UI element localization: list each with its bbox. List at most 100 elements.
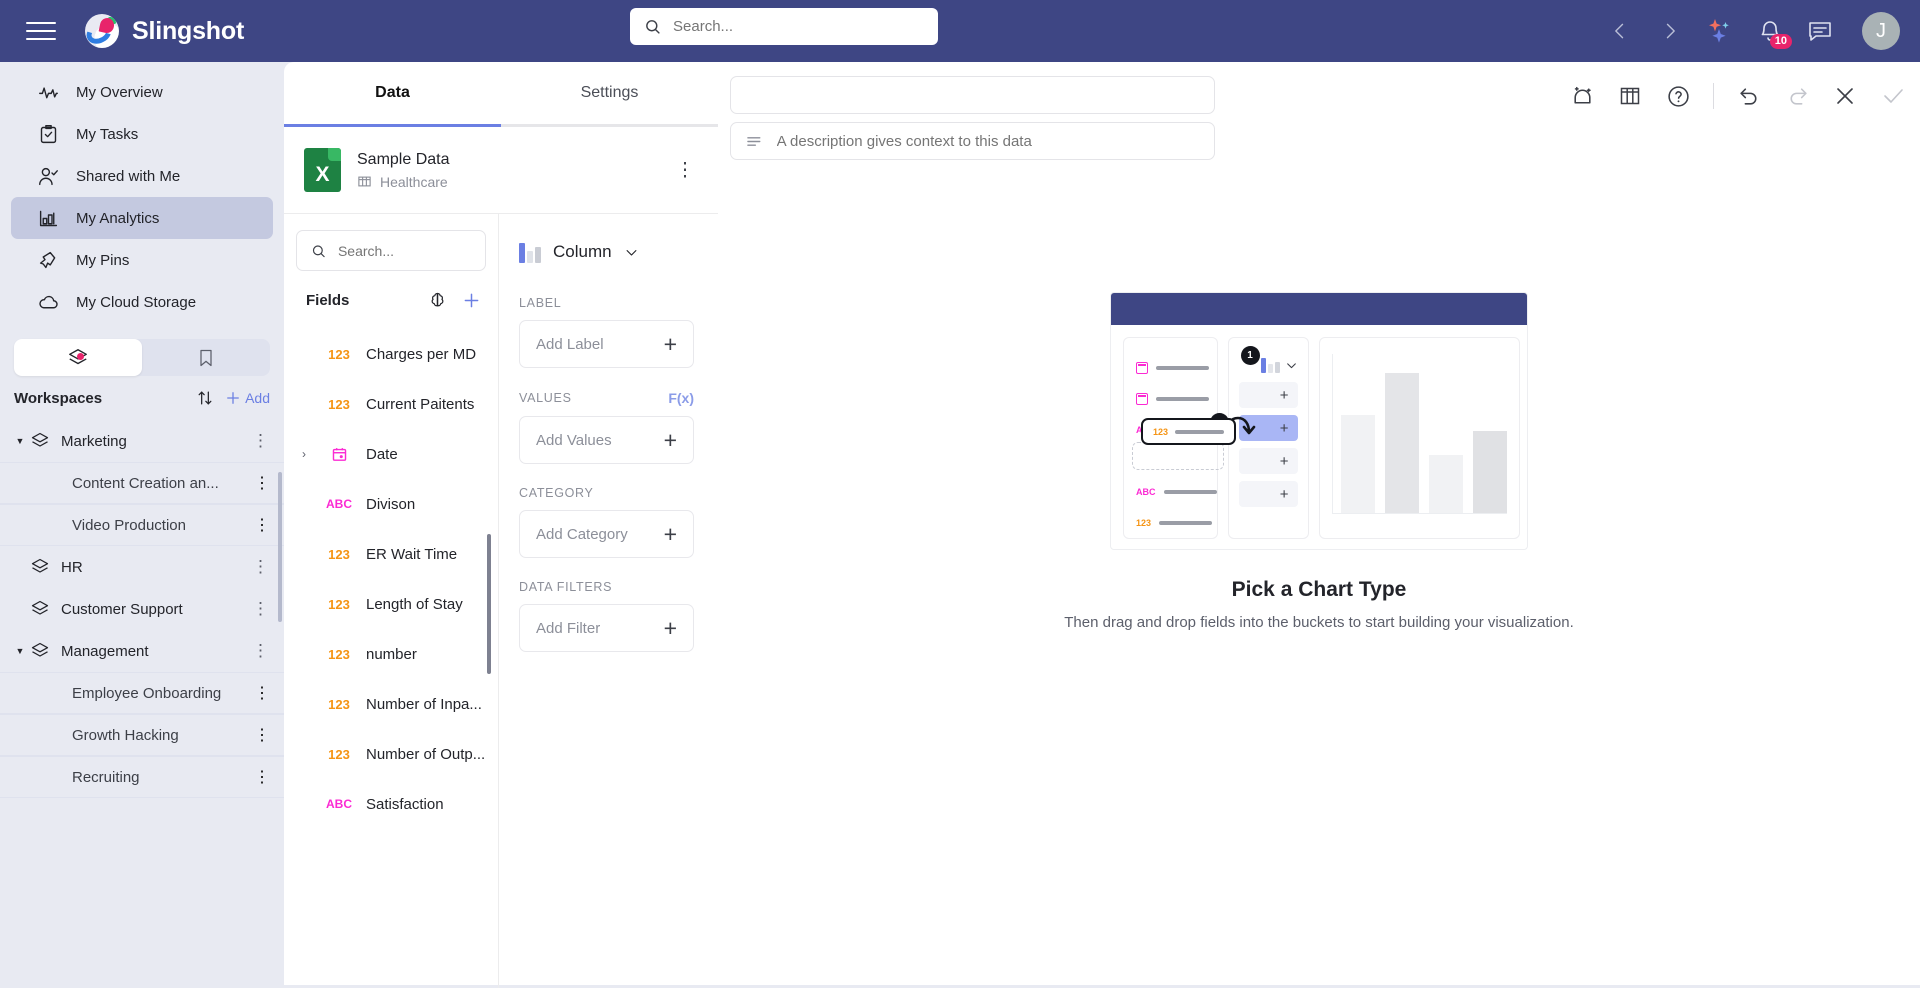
plus-icon[interactable]: + — [664, 331, 677, 358]
sidebar-item-my-cloud-storage[interactable]: My Cloud Storage — [11, 281, 273, 323]
description-icon — [747, 136, 761, 146]
plus-icon: + — [1279, 485, 1289, 503]
sidebar-item-my-analytics[interactable]: My Analytics — [11, 197, 273, 239]
bucket-drop-values[interactable]: Add Values + — [519, 416, 694, 464]
field-item[interactable]: 123 Charges per MD — [284, 329, 498, 379]
kebab-menu-icon[interactable]: ⋮ — [254, 473, 270, 493]
chart-type-selector[interactable]: Column — [519, 230, 694, 274]
sidebar-item-my-tasks[interactable]: My Tasks — [11, 113, 273, 155]
bucket-heading-text: CATEGORY — [519, 486, 594, 500]
field-item[interactable]: ABC Divison — [284, 479, 498, 529]
workspace-marketing[interactable]: ▼ Marketing ⋮ — [0, 420, 284, 462]
workspace-child-recruiting[interactable]: Recruiting ⋮ — [0, 756, 284, 798]
workspace-child-video-production[interactable]: Video Production ⋮ — [0, 504, 284, 546]
table-view-icon[interactable] — [1617, 83, 1643, 109]
field-label: Charges per MD — [366, 345, 477, 363]
sidebar-item-my-pins[interactable]: My Pins — [11, 239, 273, 281]
sidebar-item-shared-with-me[interactable]: Shared with Me — [11, 155, 273, 197]
close-icon[interactable] — [1832, 83, 1858, 109]
kebab-menu-icon[interactable]: ⋮ — [252, 641, 270, 661]
check-icon[interactable] — [1880, 83, 1906, 109]
field-item[interactable]: 123 Number of Inpa... — [284, 679, 498, 729]
kebab-menu-icon[interactable]: ⋮ — [254, 767, 270, 787]
sidebar-scrollbar[interactable] — [278, 472, 282, 622]
field-type-number: 123 — [1136, 517, 1152, 528]
bucket-drop-filter[interactable]: Add Filter + — [519, 604, 694, 652]
field-type-date — [322, 445, 356, 462]
fields-search[interactable] — [296, 230, 486, 271]
kebab-menu-icon[interactable]: ⋮ — [252, 599, 270, 619]
workspace-child-content-creation[interactable]: Content Creation an... ⋮ — [0, 462, 284, 504]
fields-search-input[interactable] — [337, 242, 471, 259]
add-field-button[interactable] — [460, 289, 482, 311]
panel-split: Fields 123 Charges per MD — [284, 213, 718, 988]
sidebar-item-my-overview[interactable]: My Overview — [11, 71, 273, 113]
kebab-menu-icon[interactable]: ⋮ — [252, 431, 270, 451]
viz-title-field[interactable] — [730, 76, 1215, 114]
hamburger-icon[interactable] — [26, 16, 56, 46]
ai-suggest-chart-icon[interactable] — [1569, 83, 1595, 109]
kebab-menu-icon[interactable]: ⋮ — [254, 725, 270, 745]
field-item[interactable]: 123 Number of Outp... — [284, 729, 498, 779]
chevron-right-icon[interactable] — [1656, 17, 1684, 45]
workspace-hr[interactable]: HR ⋮ — [0, 546, 284, 588]
datasource-header: X Sample Data Healthcare ⋮ — [284, 127, 718, 213]
bell-icon[interactable]: 10 — [1756, 17, 1792, 49]
field-item[interactable]: 123 ER Wait Time — [284, 529, 498, 579]
chevron-right-icon[interactable]: › — [302, 447, 312, 461]
plus-icon[interactable]: + — [664, 427, 677, 454]
redo-icon[interactable] — [1784, 83, 1810, 109]
workspace-child-employee-onboarding[interactable]: Employee Onboarding ⋮ — [0, 672, 284, 714]
field-item[interactable]: 123 Length of Stay — [284, 579, 498, 629]
segment-workspaces[interactable] — [14, 339, 142, 376]
segment-bookmarks[interactable] — [142, 339, 270, 376]
search-input[interactable] — [673, 18, 924, 35]
chat-icon[interactable] — [1806, 17, 1834, 45]
add-workspace-button[interactable]: Add — [224, 389, 270, 407]
bookmark-icon — [200, 349, 212, 366]
workspace-management[interactable]: ▼ Management ⋮ — [0, 630, 284, 672]
tab-data[interactable]: Data — [284, 62, 501, 124]
viz-description-field[interactable] — [730, 122, 1215, 160]
avatar[interactable]: J — [1862, 12, 1900, 50]
field-type-number: 123 — [328, 546, 350, 562]
field-item[interactable]: › Date — [284, 429, 498, 479]
bucket-category-heading: CATEGORY — [519, 486, 694, 500]
help-icon[interactable] — [1665, 83, 1691, 109]
kebab-menu-icon[interactable]: ⋮ — [254, 683, 270, 703]
bucket-heading-text: VALUES — [519, 391, 572, 405]
viz-description-input[interactable] — [776, 132, 1200, 150]
viz-title-input[interactable] — [731, 77, 1214, 113]
field-item[interactable]: 123 number — [284, 629, 498, 679]
sparkle-icon[interactable] — [1706, 17, 1734, 45]
field-label: Satisfaction — [366, 795, 444, 813]
datasource-kebab-menu-icon[interactable]: ⋮ — [672, 157, 698, 183]
brain-icon[interactable] — [426, 289, 448, 311]
workspace-customer-support[interactable]: Customer Support ⋮ — [0, 588, 284, 630]
chevron-left-icon[interactable] — [1606, 17, 1634, 45]
field-type-number: 123 — [328, 646, 350, 662]
kebab-menu-icon[interactable]: ⋮ — [254, 515, 270, 535]
top-right-actions: 10 J — [1606, 0, 1900, 62]
bucket-drop-label[interactable]: Add Label + — [519, 320, 694, 368]
plus-icon[interactable]: + — [664, 521, 677, 548]
excel-file-icon: X — [304, 148, 341, 192]
chevron-down-icon[interactable]: ▼ — [12, 436, 28, 446]
undo-icon[interactable] — [1736, 83, 1762, 109]
fields-scrollbar[interactable] — [487, 534, 491, 674]
global-search[interactable] — [630, 8, 938, 45]
workspace-child-growth-hacking[interactable]: Growth Hacking ⋮ — [0, 714, 284, 756]
sort-arrows-icon[interactable] — [194, 387, 216, 409]
chevron-down-icon[interactable]: ▼ — [12, 646, 28, 656]
kebab-menu-icon[interactable]: ⋮ — [252, 557, 270, 577]
illustration-chart-preview — [1318, 337, 1520, 539]
field-item[interactable]: ABC Satisfaction — [284, 779, 498, 829]
brand[interactable]: Slingshot — [85, 14, 244, 48]
field-item[interactable]: 123 Current Paitents — [284, 379, 498, 429]
toolbar-divider — [1713, 83, 1714, 109]
plus-icon[interactable]: + — [664, 615, 677, 642]
empty-state: ABC 123 ABC 123 1 + + + + — [718, 292, 1920, 631]
bucket-drop-category[interactable]: Add Category + — [519, 510, 694, 558]
formula-button[interactable]: F(x) — [668, 390, 694, 406]
tab-settings[interactable]: Settings — [501, 62, 718, 124]
